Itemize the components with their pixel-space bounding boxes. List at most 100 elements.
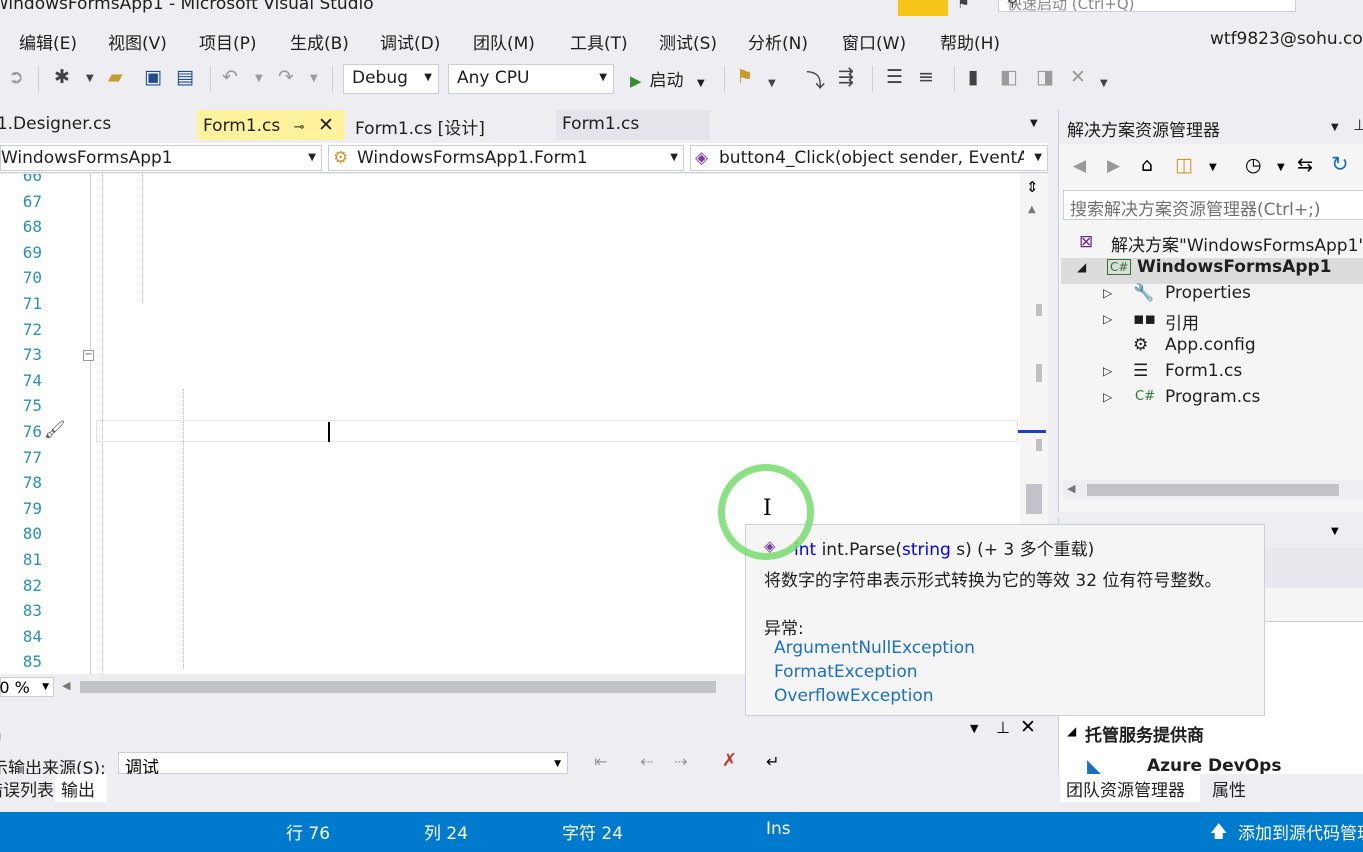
tree-app-config[interactable]: App.config xyxy=(1165,335,1256,355)
chevron-down-icon[interactable]: ▼ xyxy=(1331,526,1339,537)
exception-link[interactable]: ArgumentNullException xyxy=(774,638,975,658)
tab-form1-cs-preview[interactable]: Form1.cs xyxy=(556,110,710,140)
tree-properties[interactable]: Properties xyxy=(1165,283,1251,303)
menu-test[interactable]: 测试(S) xyxy=(659,29,717,54)
forward-icon[interactable]: ▶ xyxy=(1107,156,1120,176)
next-bookmark-icon[interactable]: ◨ xyxy=(1036,66,1054,88)
collapsed-chevron-icon[interactable]: ▷ xyxy=(1103,312,1112,326)
menu-window[interactable]: 窗口(W) xyxy=(842,29,906,54)
undo-icon[interactable]: ↶ xyxy=(222,66,238,88)
clear-bookmarks-icon[interactable]: ✕ xyxy=(1070,66,1086,88)
project-dropdown[interactable]: WindowsFormsApp1 ▼ xyxy=(0,145,322,171)
comment-icon[interactable]: ☰ xyxy=(886,66,903,88)
feedback-button[interactable] xyxy=(898,0,948,16)
solution-horizontal-scrollbar[interactable]: ◀ xyxy=(1063,480,1363,500)
find-in-output-icon[interactable]: ⇤ xyxy=(594,752,607,771)
menu-edit[interactable]: 编辑(E) xyxy=(19,29,77,54)
chevron-down-icon[interactable]: ▼ xyxy=(1277,162,1285,173)
save-all-icon[interactable]: ▤ xyxy=(176,66,194,88)
class-dropdown[interactable]: ⚙ WindowsFormsApp1.Form1 ▼ xyxy=(328,145,684,171)
chevron-down-icon[interactable]: ▼ xyxy=(255,73,263,84)
quick-actions-brush-icon[interactable]: 🖌 xyxy=(44,420,66,440)
account-name[interactable]: wtf9823@sohu.com xyxy=(1210,29,1363,49)
menu-team[interactable]: 团队(M) xyxy=(473,29,535,54)
tab-form1-cs[interactable]: Form1.cs ⊸ ✕ xyxy=(197,110,345,140)
navigate-forward-icon[interactable]: ➲ xyxy=(8,66,24,88)
menu-debug[interactable]: 调试(D) xyxy=(380,29,440,54)
pin-icon[interactable]: ⊥ xyxy=(996,718,1010,737)
horizontal-scroll-thumb[interactable] xyxy=(80,681,716,693)
tree-references[interactable]: 引用 xyxy=(1165,309,1199,334)
word-wrap-icon[interactable]: ↵ xyxy=(766,752,779,771)
scroll-up-icon[interactable]: ▲ xyxy=(1028,204,1036,215)
menu-project[interactable]: 项目(P) xyxy=(199,29,257,54)
member-dropdown[interactable]: ◈ button4_Click(object sender, EventArgs… xyxy=(690,145,1048,171)
chevron-down-icon[interactable]: ▼ xyxy=(1100,78,1108,89)
split-icon[interactable]: ⇕ xyxy=(1026,178,1039,196)
chevron-down-icon[interactable]: ▼ xyxy=(310,73,318,84)
sync-icon[interactable]: ⇆ xyxy=(1297,154,1313,176)
chevron-down-icon[interactable]: ▼ xyxy=(970,722,978,735)
start-debug-button[interactable]: ▶ 启动 ▼ xyxy=(630,66,705,91)
zoom-select[interactable]: 100 % ▼ xyxy=(0,677,54,697)
previous-bookmark-icon[interactable]: ◧ xyxy=(1000,66,1018,88)
tab-form1-designer[interactable]: Form1.Designer.cs xyxy=(0,110,190,140)
tab-overflow-chevron-icon[interactable]: ▼ xyxy=(1030,118,1038,129)
scroll-left-icon[interactable]: ◀ xyxy=(62,679,70,692)
chevron-down-icon[interactable]: ▼ xyxy=(86,73,94,84)
collapsed-chevron-icon[interactable]: ▷ xyxy=(1103,390,1112,404)
chevron-down-icon[interactable]: ▼ xyxy=(1331,122,1339,133)
close-icon[interactable]: ✕ xyxy=(318,114,334,136)
step-over-icon[interactable]: ⇶ xyxy=(838,66,854,88)
exception-link[interactable]: OverflowException xyxy=(774,686,934,706)
expanded-chevron-icon[interactable]: ◢ xyxy=(1067,724,1076,738)
save-icon[interactable]: ▣ xyxy=(144,66,162,88)
close-icon[interactable]: ✕ xyxy=(1020,716,1036,738)
output-source-select[interactable]: 调试 ▼ xyxy=(118,752,568,778)
step-into-icon[interactable]: ⤵ xyxy=(806,66,825,93)
tab-team-explorer[interactable]: 团队资源管理器 xyxy=(1060,774,1200,802)
solution-search-input[interactable]: 搜索解决方案资源管理器(Ctrl+;) xyxy=(1063,190,1363,220)
tree-program[interactable]: Program.cs xyxy=(1165,387,1260,407)
open-file-icon[interactable]: ▰ xyxy=(108,66,123,88)
tree-solution[interactable]: 解决方案"WindowsFormsApp1" xyxy=(1111,231,1363,256)
scroll-left-icon[interactable]: ◀ xyxy=(1067,482,1075,495)
next-message-icon[interactable]: ⇢ xyxy=(674,752,687,771)
solution-config-select[interactable]: Debug ▼ xyxy=(343,64,439,94)
exception-link[interactable]: FormatException xyxy=(774,662,918,682)
refresh-icon[interactable]: ↻ xyxy=(1331,152,1349,176)
tab-error-list[interactable]: 错误列表 xyxy=(0,774,54,802)
tab-form1-design[interactable]: Form1.cs [设计] xyxy=(349,110,549,140)
pin-icon[interactable]: ⊸ xyxy=(294,120,305,135)
tab-output[interactable]: 输出 xyxy=(55,774,107,802)
tree-project[interactable]: WindowsFormsApp1 xyxy=(1137,257,1332,277)
menu-help[interactable]: 帮助(H) xyxy=(940,29,1000,54)
chevron-down-icon[interactable]: ▼ xyxy=(768,78,776,89)
scroll-thumb[interactable] xyxy=(1087,484,1339,496)
bookmark-icon[interactable]: ▮ xyxy=(968,66,978,88)
scroll-thumb[interactable] xyxy=(1026,484,1042,514)
clear-all-icon[interactable]: ✗ xyxy=(722,750,737,771)
menu-analyze[interactable]: 分析(N) xyxy=(748,29,808,54)
menu-tools[interactable]: 工具(T) xyxy=(570,29,628,54)
collapse-toggle[interactable]: − xyxy=(83,350,94,361)
back-icon[interactable]: ◀ xyxy=(1073,156,1086,176)
expanded-chevron-icon[interactable]: ◢ xyxy=(1077,260,1086,274)
browser-link-icon[interactable]: ⚑ xyxy=(736,66,753,88)
tab-properties[interactable]: 属性 xyxy=(1206,774,1266,802)
tree-form1[interactable]: Form1.cs xyxy=(1165,361,1242,381)
platform-select[interactable]: Any CPU ▼ xyxy=(448,64,614,94)
add-to-source-control[interactable]: 添加到源代码管理 xyxy=(1238,819,1363,844)
redo-icon[interactable]: ↷ xyxy=(278,66,294,88)
home-icon[interactable]: ⌂ xyxy=(1141,154,1153,176)
azure-devops-label[interactable]: Azure DevOps xyxy=(1147,756,1281,776)
new-project-icon[interactable]: ✱ xyxy=(54,66,70,88)
chevron-down-icon[interactable]: ▼ xyxy=(1209,162,1217,173)
pin-icon[interactable]: ⊥ xyxy=(1353,116,1363,134)
notification-flag-icon[interactable]: ⚑ xyxy=(957,0,970,12)
quick-launch-input[interactable]: 快速启动 (Ctrl+Q) ⚲ xyxy=(998,0,1296,13)
menu-view[interactable]: 视图(V) xyxy=(108,29,167,54)
pending-changes-icon[interactable]: ◷ xyxy=(1245,154,1262,176)
switch-views-icon[interactable]: ◫ xyxy=(1175,154,1193,176)
uncomment-icon[interactable]: ≡ xyxy=(918,66,934,88)
